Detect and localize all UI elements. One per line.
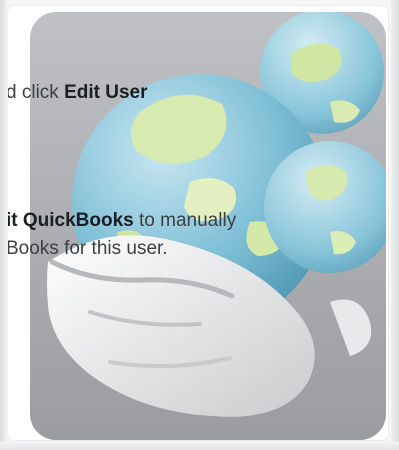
bottom-edge	[0, 442, 399, 450]
page: d click Edit User it QuickBooks to manua…	[0, 0, 399, 450]
instruction-line-2-text: to manually	[133, 210, 237, 231]
edit-quickbooks-label: it QuickBooks	[8, 210, 134, 231]
instruction-line-1: d click Edit User	[8, 81, 148, 105]
help-article-card: d click Edit User it QuickBooks to manua…	[8, 6, 388, 440]
right-panel-edge	[391, 0, 399, 450]
left-panel-edge	[0, 0, 6, 450]
instruction-line-3: Books for this user.	[8, 237, 168, 261]
instruction-line-1-text: d click	[8, 82, 65, 103]
instruction-line-3-text: Books for this user.	[8, 238, 168, 259]
instruction-line-2: it QuickBooks to manually	[8, 209, 236, 233]
edit-user-label: Edit User	[64, 82, 148, 103]
